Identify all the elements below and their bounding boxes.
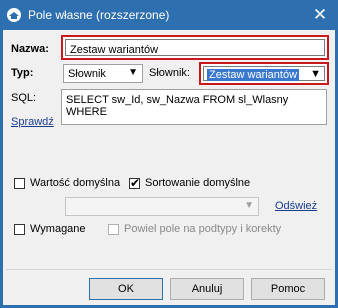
dialog-window: Pole własne (rozszerzone) ✕ Nazwa: Zesta… [0, 0, 338, 308]
sortowanie-domyslne-label: Sortowanie domyślne [145, 177, 251, 189]
slownik-label: Słownik: [149, 67, 190, 79]
dialog-body: Nazwa: Zestaw wariantów Typ: Słownik ▼ S… [3, 30, 335, 305]
app-icon [7, 8, 21, 22]
close-icon: ✕ [312, 5, 328, 24]
default-value-select[interactable]: ▼ [65, 197, 259, 216]
wymagane-label: Wymagane [30, 223, 86, 235]
wartosc-domyslna-label: Wartość domyślna [30, 177, 121, 189]
typ-label: Typ: [11, 67, 34, 79]
powiel-label: Powiel pole na podtypy i korekty [124, 223, 282, 235]
ok-button[interactable]: OK [89, 278, 163, 300]
nazwa-value: Zestaw wariantów [70, 44, 159, 56]
checkmark-icon: ✔ [130, 176, 141, 190]
odswiez-link[interactable]: Odśwież [275, 200, 317, 212]
sortowanie-domyslne-checkbox[interactable]: ✔ [129, 176, 141, 190]
divider [6, 269, 332, 270]
slownik-value: Zestaw wariantów [207, 69, 300, 81]
typ-value: Słownik [68, 68, 106, 80]
wartosc-domyslna-checkbox[interactable] [14, 178, 25, 189]
slownik-select-inner: Zestaw wariantów ▼ [203, 66, 325, 81]
powiel-checkbox[interactable] [108, 224, 119, 235]
nazwa-field[interactable]: Zestaw wariantów [61, 35, 329, 60]
close-button[interactable]: ✕ [306, 3, 334, 27]
chevron-down-icon: ▼ [128, 67, 138, 78]
sql-value: SELECT sw_Id, sw_Nazwa FROM sl_Wlasny WH… [66, 94, 289, 118]
nazwa-field-inner: Zestaw wariantów [65, 39, 325, 56]
anuluj-button[interactable]: Anuluj [170, 278, 244, 300]
pomoc-button[interactable]: Pomoc [251, 278, 325, 300]
nazwa-label: Nazwa: [11, 43, 49, 55]
sql-label: SQL: [11, 92, 37, 104]
slownik-select[interactable]: Zestaw wariantów ▼ [199, 62, 329, 85]
sprawdz-link[interactable]: Sprawdź [11, 116, 54, 128]
title-bar: Pole własne (rozszerzone) ✕ [0, 0, 338, 30]
sql-field[interactable]: SELECT sw_Id, sw_Nazwa FROM sl_Wlasny WH… [61, 89, 327, 125]
chevron-down-icon: ▼ [310, 68, 321, 80]
typ-select[interactable]: Słownik ▼ [63, 64, 143, 83]
wymagane-checkbox[interactable] [14, 224, 25, 235]
chevron-down-icon: ▼ [244, 200, 254, 211]
window-title: Pole własne (rozszerzone) [28, 8, 170, 22]
